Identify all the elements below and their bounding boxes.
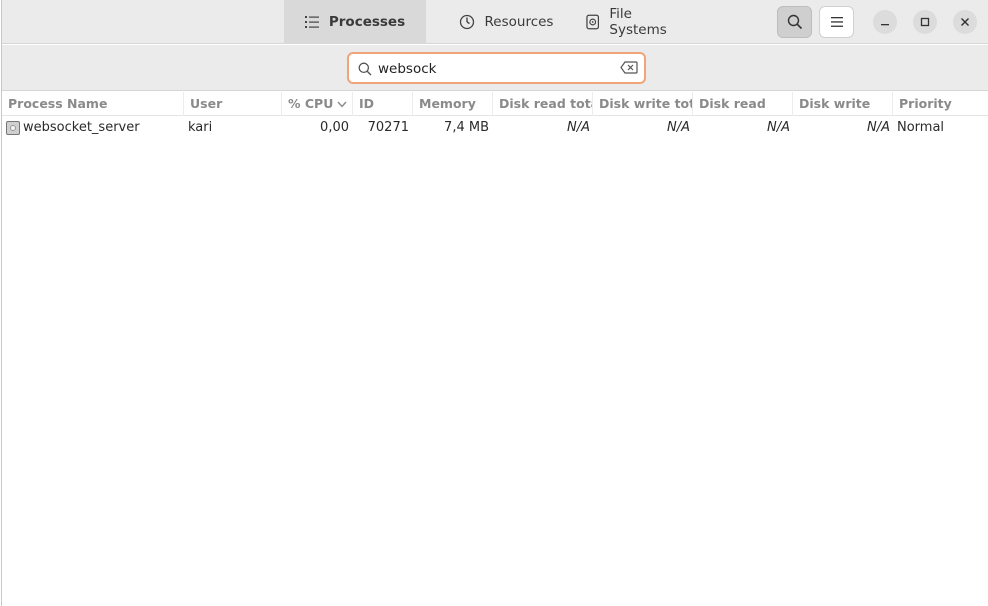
column-header-disk-read[interactable]: Disk read [693,92,793,116]
minimize-icon [881,24,889,26]
sort-descending-icon [337,101,347,108]
maximize-icon [920,17,930,27]
tab-file-systems-label: File Systems [609,6,667,38]
close-icon [961,18,969,26]
tab-processes[interactable]: Processes [284,0,426,44]
cell-user: kari [188,120,213,135]
column-header-priority[interactable]: Priority [893,92,988,116]
tab-processes-label: Processes [328,14,406,30]
main-menu-button[interactable] [819,6,854,38]
cell-disk-read-total: N/A [567,120,590,135]
search-input[interactable] [378,59,608,79]
cell-priority: Normal [897,120,945,135]
hamburger-icon [830,17,843,27]
column-header-cpu[interactable]: % CPU [282,92,353,116]
column-header-memory[interactable]: Memory [413,92,493,116]
close-button[interactable] [953,10,977,34]
gauge-icon [459,14,474,30]
disk-icon [586,14,600,30]
column-header-id[interactable]: ID [353,92,413,116]
column-header-disk-read-total[interactable]: Disk read total [493,92,593,116]
search-icon [358,62,372,76]
table-header: Process Name User % CPU ID Memory Disk r… [2,92,988,116]
cell-cpu: 0,00 [320,120,349,135]
minimize-button[interactable] [873,10,897,34]
tab-resources-label: Resources [484,14,554,30]
header-bar: Processes Resources File Systems [2,0,988,44]
list-icon [304,16,319,28]
cell-process-name: websocket_server [23,120,140,135]
maximize-button[interactable] [913,10,937,34]
column-header-disk-write-total[interactable]: Disk write tota [593,92,693,116]
system-monitor-window: Processes Resources File Systems websock… [1,0,988,606]
search-icon [787,14,802,30]
cell-disk-write: N/A [867,120,890,135]
table-row[interactable]: websocket_server kari 0,00 70271 7,4 MB … [2,116,988,140]
cell-memory: 7,4 MB [444,120,489,135]
search-bar [2,45,988,91]
clear-text-icon[interactable] [620,61,638,74]
cell-id: 70271 [367,120,409,135]
tab-resources[interactable]: Resources [426,0,586,44]
column-header-process-name[interactable]: Process Name [2,92,184,116]
tab-file-systems[interactable]: File Systems [586,0,706,44]
cell-disk-write-total: N/A [667,120,690,135]
search-toggle-button[interactable] [777,6,812,38]
process-icon [6,121,20,135]
column-header-disk-write[interactable]: Disk write [793,92,893,116]
view-switcher: Processes Resources File Systems [284,0,706,44]
cell-disk-read: N/A [767,120,790,135]
column-header-user[interactable]: User [184,92,282,116]
search-entry [347,52,646,84]
process-table: Process Name User % CPU ID Memory Disk r… [2,92,988,140]
